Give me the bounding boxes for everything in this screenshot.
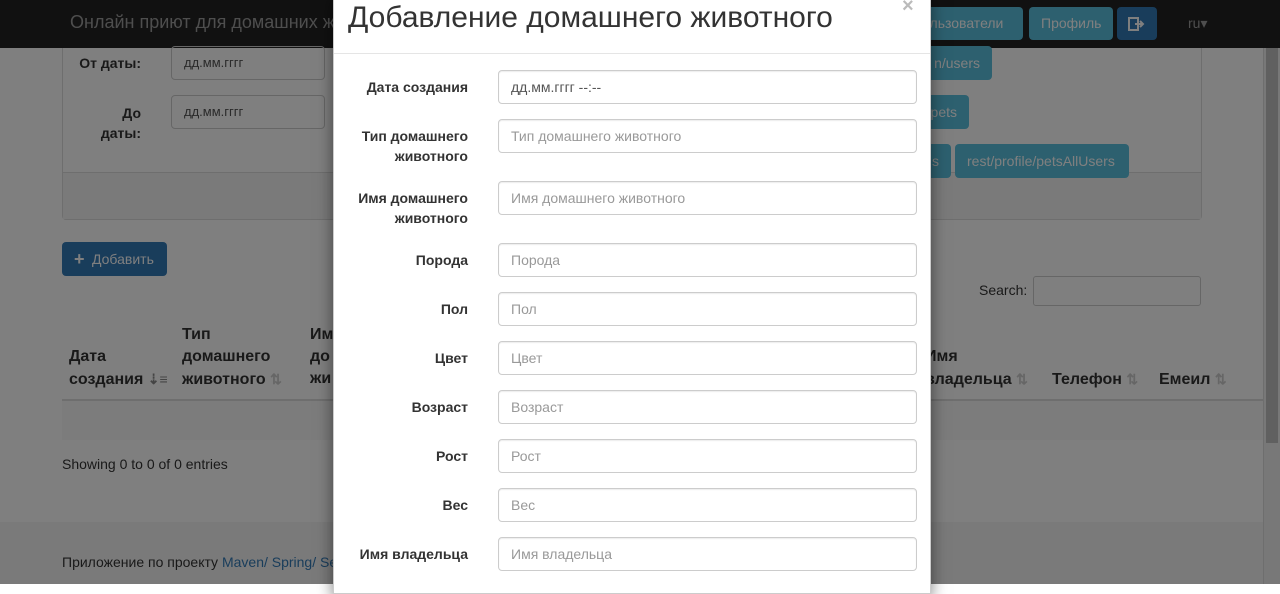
- field-label-type-line1: Тип домашнего: [361, 128, 468, 144]
- field-label-owner: Имя владельца: [359, 546, 468, 562]
- field-label-breed: Порода: [415, 252, 468, 268]
- age-input[interactable]: Возраст: [498, 390, 917, 424]
- field-label-height: Рост: [436, 448, 468, 464]
- pet-name-input[interactable]: Имя домашнего животного: [498, 181, 917, 215]
- breed-input[interactable]: Порода: [498, 243, 917, 277]
- field-label-date-text: Дата создания: [366, 79, 468, 95]
- close-icon[interactable]: ×: [902, 0, 914, 18]
- pet-type-input[interactable]: Тип домашнего животного: [498, 119, 917, 153]
- add-pet-modal: Добавление домашнего животного × Дата со…: [333, 0, 931, 594]
- modal-header: Добавление домашнего животного ×: [334, 0, 930, 54]
- field-label-name-line1: Имя домашнего: [358, 190, 468, 206]
- field-label-name: Имя домашнего животного: [334, 188, 468, 228]
- field-label-sex: Пол: [440, 301, 468, 317]
- field-label-type-line2: животного: [394, 148, 468, 164]
- weight-input[interactable]: Вес: [498, 488, 917, 522]
- owner-name-input[interactable]: Имя владельца: [498, 537, 917, 571]
- sex-input[interactable]: Пол: [498, 292, 917, 326]
- field-label-date: Дата создания: [334, 77, 468, 97]
- field-label-name-line2: животного: [394, 210, 468, 226]
- modal-title: Добавление домашнего животного: [348, 1, 833, 34]
- date-created-input[interactable]: дд.мм.гггг --:--: [498, 70, 917, 104]
- field-label-age: Возраст: [411, 399, 468, 415]
- field-label-color: Цвет: [434, 350, 468, 366]
- height-input[interactable]: Рост: [498, 439, 917, 473]
- color-input[interactable]: Цвет: [498, 341, 917, 375]
- field-label-weight: Вес: [442, 497, 469, 513]
- field-label-type: Тип домашнего животного: [334, 126, 468, 166]
